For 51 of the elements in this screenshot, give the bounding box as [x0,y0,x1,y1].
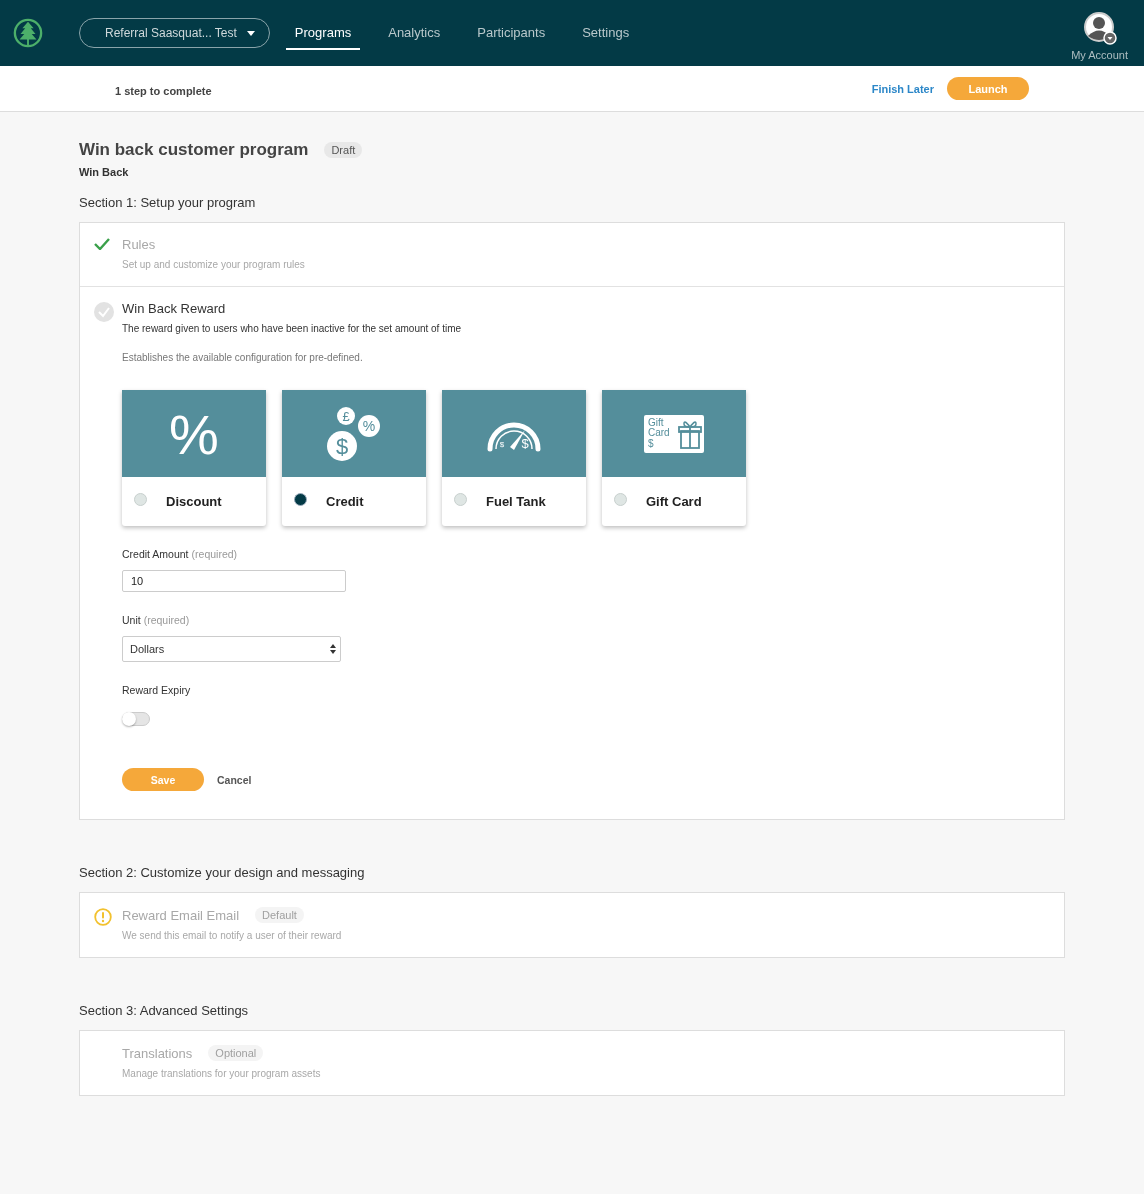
user-avatar-icon[interactable] [1082,11,1117,45]
step-description: Manage translations for your program assets [122,1068,321,1079]
caret-icon [246,30,255,36]
radio-button[interactable] [294,493,307,506]
radio-button[interactable] [134,493,147,506]
section-heading: Section 3: Advanced Settings [79,1003,250,1018]
reward-type-card[interactable]: % Discount [122,390,266,526]
section-heading: Section 2: Customize your design and messaging [79,865,366,880]
account-label[interactable]: My Account [1071,49,1128,61]
program-title: Win back customer program [79,140,309,160]
reward-type-label: Discount [166,494,222,509]
step-description: The reward given to users who have been inactive for the set amount of time [122,323,463,334]
step-badge: Optional [208,1045,264,1061]
nav-tab[interactable]: Settings [573,16,639,50]
credit-amount-input[interactable]: 10 [122,570,346,592]
select-arrows-icon [330,644,336,654]
steps-remaining-text: 1 step to complete [115,84,212,97]
step-description: Set up and customize your program rules [122,259,305,270]
checkmark-icon [94,238,110,250]
section-heading: Section 1: Setup your program [79,195,257,210]
program-type: Win Back [79,166,130,178]
step-badge: Default [255,907,304,923]
check-circle-icon [94,302,114,322]
unit-select[interactable]: Dollars [122,636,341,662]
field-label-text: Unit [122,614,141,626]
percent-icon: % [169,408,219,459]
reward-type-label: Credit [326,494,364,509]
finish-later-link[interactable]: Finish Later [871,82,934,95]
gift-card-icon: Gift Card $ [644,414,704,453]
reward-type-label: Gift Card [646,494,702,509]
reward-type-label: Fuel Tank [486,494,546,509]
reward-type-card[interactable]: £ % $ Credit [282,390,426,526]
nav-tab[interactable]: Participants [468,16,555,50]
field-label-text: Reward Expiry [122,684,191,696]
step-description: We send this email to notify a user of their reward [122,930,342,941]
status-badge: Draft [324,142,363,158]
field-label-text: Credit Amount [122,548,189,560]
nav-tab[interactable]: Analytics [379,16,450,50]
reward-type-card[interactable]: Gift Card $ Gift Card [602,390,746,526]
nav-tab[interactable]: Programs [285,16,361,50]
step-title[interactable]: Win Back Reward [122,301,226,316]
tree-logo-icon[interactable] [13,17,43,49]
required-hint: (required) [191,548,238,560]
cancel-link[interactable]: Cancel [217,773,252,786]
warning-icon [94,908,112,926]
radio-button[interactable] [614,493,627,506]
toggle-switch[interactable] [122,712,150,726]
required-hint: (required) [143,614,190,626]
configuration-note: Establishes the available configuration for pre-defined. [122,352,364,363]
radio-button[interactable] [454,493,467,506]
reward-type-card[interactable]: $ $ Fuel Tank [442,390,586,526]
